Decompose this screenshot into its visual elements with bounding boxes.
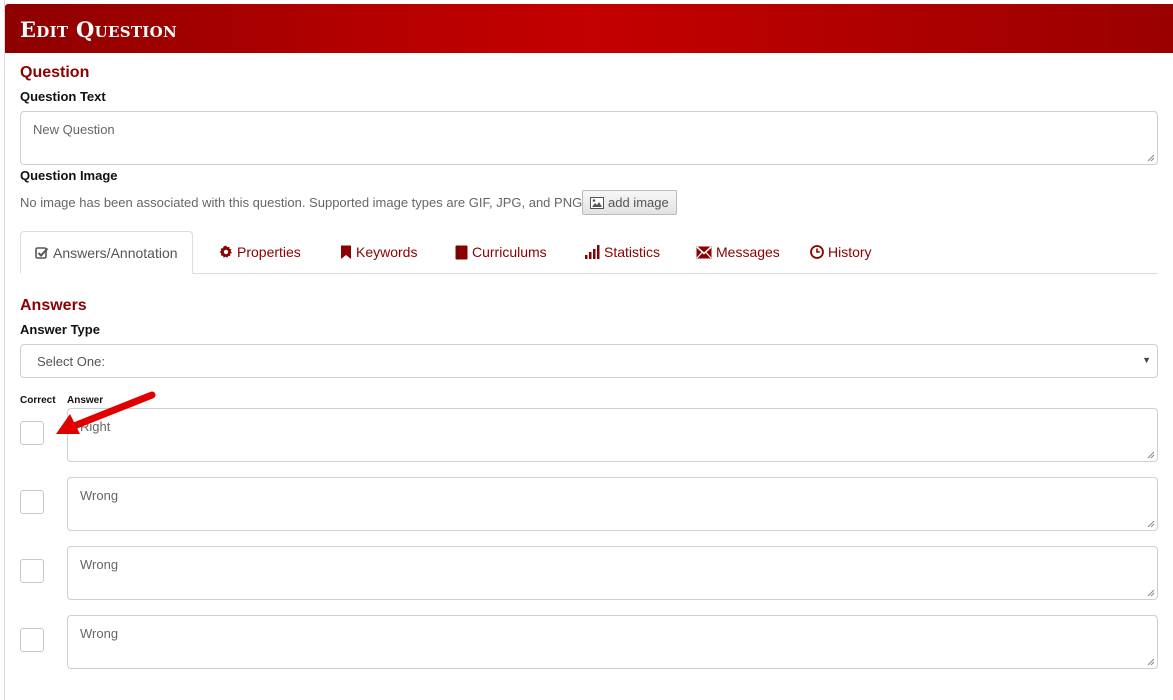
bar-chart-icon — [585, 245, 600, 259]
tab-statistics[interactable]: Statistics — [585, 231, 660, 273]
tab-keywords[interactable]: Keywords — [340, 231, 417, 273]
tab-label: Curriculums — [472, 244, 547, 260]
tab-label: Properties — [237, 244, 301, 260]
correct-checkbox[interactable] — [20, 628, 44, 652]
check-square-icon — [35, 246, 49, 259]
answer-field[interactable]: Wrong — [67, 615, 1158, 669]
question-text-value: New Question — [33, 122, 115, 137]
resize-grip-icon[interactable] — [1147, 451, 1155, 459]
envelope-icon — [696, 245, 712, 258]
correct-checkbox[interactable] — [20, 421, 44, 445]
bookmark-icon — [341, 245, 351, 259]
page-border — [4, 0, 5, 700]
add-image-button[interactable]: add image — [582, 190, 677, 215]
page-header: Edit Question — [5, 4, 1173, 53]
resize-grip-icon[interactable] — [1147, 589, 1155, 597]
tab-curriculums[interactable]: Curriculums — [455, 231, 547, 273]
gear-icon — [219, 245, 232, 258]
answer-type-value: Select One: — [37, 353, 105, 369]
tab-label: Messages — [716, 244, 780, 260]
page-title: Edit Question — [20, 17, 177, 42]
tab-label: Answers/Annotation — [53, 244, 178, 261]
question-image-help: No image has been associated with this q… — [20, 195, 586, 210]
answer-field[interactable]: Wrong — [67, 477, 1158, 531]
tab-properties[interactable]: Properties — [219, 231, 301, 273]
tab-label: Statistics — [604, 244, 661, 260]
image-icon — [590, 196, 604, 209]
clock-icon — [810, 245, 824, 259]
question-text-field[interactable]: New Question — [20, 111, 1158, 165]
answer-type-label: Answer Type — [20, 322, 100, 337]
answer-text: Wrong — [80, 557, 119, 572]
caret-down-icon: ▼ — [1142, 355, 1151, 365]
answer-text: Wrong — [80, 488, 119, 503]
question-text-label: Question Text — [20, 89, 106, 104]
tab-label: Keywords — [356, 244, 418, 260]
book-icon — [455, 245, 468, 259]
answer-text: Wrong — [80, 626, 119, 641]
answers-section-title: Answers — [20, 297, 87, 314]
resize-grip-icon[interactable] — [1147, 520, 1155, 528]
tab-messages[interactable]: Messages — [696, 231, 780, 273]
tab-label: History — [828, 244, 872, 260]
resize-grip-icon[interactable] — [1147, 658, 1155, 666]
question-image-label: Question Image — [20, 168, 118, 183]
answer-field[interactable]: Wrong — [67, 546, 1158, 600]
question-section-title: Question — [20, 64, 90, 81]
tab-answers-annotation[interactable]: Answers/Annotation — [20, 231, 193, 274]
correct-checkbox[interactable] — [20, 490, 44, 514]
pointer-arrow-icon — [56, 391, 156, 434]
resize-grip-icon[interactable] — [1147, 154, 1155, 162]
add-image-label: add image — [608, 195, 669, 210]
tab-history[interactable]: History — [810, 231, 872, 273]
answer-type-select[interactable]: Select One: ▼ — [20, 344, 1158, 378]
answer-field[interactable]: Right — [67, 408, 1158, 462]
correct-checkbox[interactable] — [20, 559, 44, 583]
